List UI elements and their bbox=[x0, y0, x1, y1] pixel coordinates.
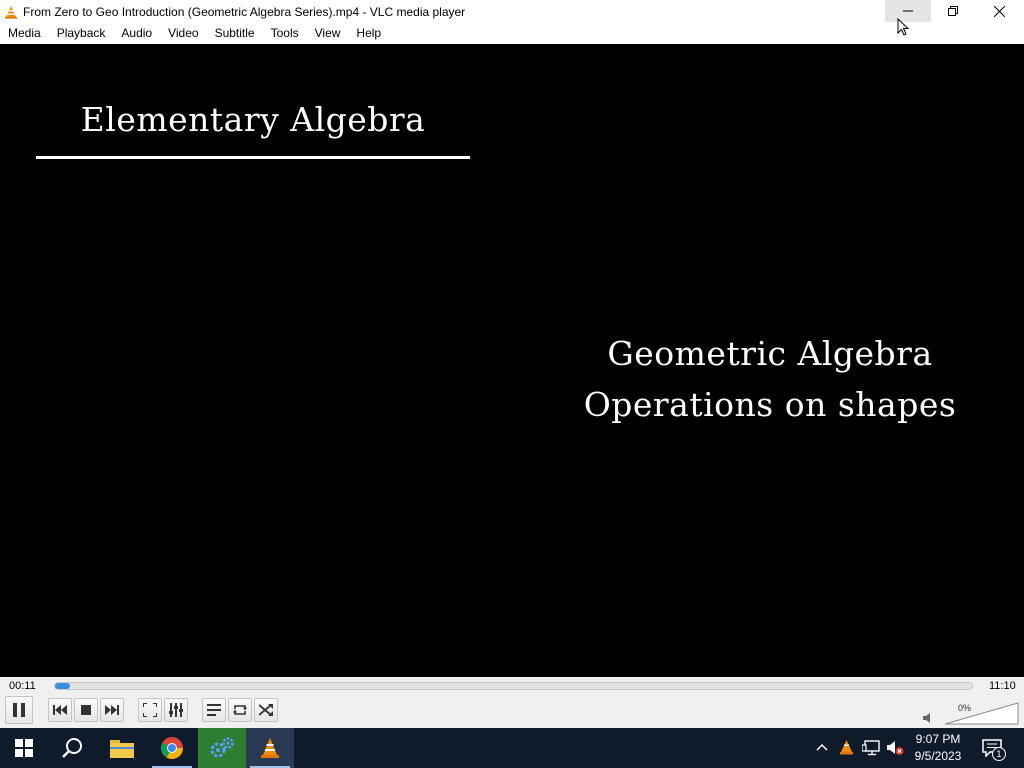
search-icon bbox=[62, 738, 82, 758]
taskbar-settings-app[interactable] bbox=[198, 728, 246, 768]
stop-button[interactable] bbox=[74, 698, 98, 722]
seek-slider[interactable] bbox=[54, 682, 973, 690]
notification-count-badge: 1 bbox=[992, 747, 1006, 761]
fullscreen-icon bbox=[143, 703, 157, 717]
windows-start-icon bbox=[15, 739, 33, 757]
shuffle-button[interactable] bbox=[254, 698, 278, 722]
menu-help[interactable]: Help bbox=[348, 23, 389, 44]
video-text-line-2: Operations on shapes bbox=[583, 385, 957, 424]
vlc-icon bbox=[261, 738, 279, 758]
menu-view[interactable]: View bbox=[307, 23, 349, 44]
fullscreen-button[interactable] bbox=[138, 698, 162, 722]
mute-icon[interactable] bbox=[922, 712, 934, 724]
seek-progress-fill bbox=[55, 683, 70, 689]
playlist-button[interactable] bbox=[202, 698, 226, 722]
menu-video[interactable]: Video bbox=[160, 23, 206, 44]
title-bar[interactable]: From Zero to Geo Introduction (Geometric… bbox=[0, 0, 1024, 23]
settings-gear-icon bbox=[210, 737, 234, 758]
heading-underline bbox=[36, 156, 470, 159]
close-button[interactable] bbox=[976, 0, 1022, 22]
volume-muted-icon[interactable] bbox=[886, 740, 904, 756]
show-hidden-icons-icon[interactable] bbox=[816, 743, 828, 751]
next-button[interactable] bbox=[100, 698, 124, 722]
taskbar-file-explorer[interactable] bbox=[98, 728, 146, 768]
network-icon[interactable] bbox=[862, 740, 880, 756]
action-center-button[interactable]: 1 bbox=[978, 735, 1006, 761]
menu-playback[interactable]: Playback bbox=[49, 23, 114, 44]
restore-icon bbox=[948, 6, 958, 16]
system-clock[interactable]: 9:07 PM 9/5/2023 bbox=[908, 731, 968, 765]
file-explorer-icon bbox=[110, 740, 134, 758]
seek-bar-row: 00:11 11:10 bbox=[0, 677, 1024, 695]
close-icon bbox=[993, 5, 1005, 17]
clock-date: 9/5/2023 bbox=[914, 749, 962, 763]
window-title: From Zero to Geo Introduction (Geometric… bbox=[23, 4, 466, 19]
extended-settings-icon bbox=[169, 703, 183, 717]
search-button[interactable] bbox=[48, 728, 96, 768]
menu-tools[interactable]: Tools bbox=[263, 23, 307, 44]
stop-icon bbox=[81, 705, 91, 715]
pause-icon bbox=[13, 703, 25, 717]
total-time: 11:10 bbox=[989, 680, 1016, 692]
vlc-window: From Zero to Geo Introduction (Geometric… bbox=[0, 0, 1024, 768]
video-display[interactable]: Elementary Algebra Geometric Algebra Ope… bbox=[0, 44, 1024, 677]
next-icon bbox=[105, 705, 119, 715]
mouse-cursor-icon bbox=[897, 18, 909, 36]
tray-vlc-icon[interactable] bbox=[839, 739, 854, 755]
menu-bar: Media Playback Audio Video Subtitle Tool… bbox=[0, 23, 1024, 44]
taskbar-chrome[interactable] bbox=[148, 728, 196, 768]
playlist-icon bbox=[207, 704, 221, 716]
restore-button[interactable] bbox=[930, 0, 976, 22]
clock-time: 9:07 PM bbox=[915, 732, 961, 746]
menu-subtitle[interactable]: Subtitle bbox=[207, 23, 263, 44]
taskbar-vlc[interactable] bbox=[246, 728, 294, 768]
loop-button[interactable] bbox=[228, 698, 252, 722]
minimize-icon bbox=[903, 10, 913, 12]
previous-button[interactable] bbox=[48, 698, 72, 722]
chrome-icon bbox=[161, 737, 183, 759]
control-bar: 0% bbox=[0, 695, 1024, 728]
loop-icon bbox=[233, 705, 247, 715]
current-time: 00:11 bbox=[9, 680, 36, 692]
menu-audio[interactable]: Audio bbox=[113, 23, 160, 44]
video-text-line-1: Geometric Algebra bbox=[607, 334, 933, 373]
menu-media[interactable]: Media bbox=[0, 23, 49, 44]
vlc-cone-icon bbox=[5, 5, 17, 19]
start-button[interactable] bbox=[0, 728, 48, 768]
shuffle-icon bbox=[259, 704, 273, 716]
previous-icon bbox=[53, 705, 67, 715]
extended-settings-button[interactable] bbox=[164, 698, 188, 722]
windows-taskbar: 9:07 PM 9/5/2023 1 bbox=[0, 728, 1024, 768]
video-heading: Elementary Algebra bbox=[80, 100, 426, 139]
pause-button[interactable] bbox=[5, 696, 33, 724]
volume-slider[interactable] bbox=[944, 702, 1020, 726]
